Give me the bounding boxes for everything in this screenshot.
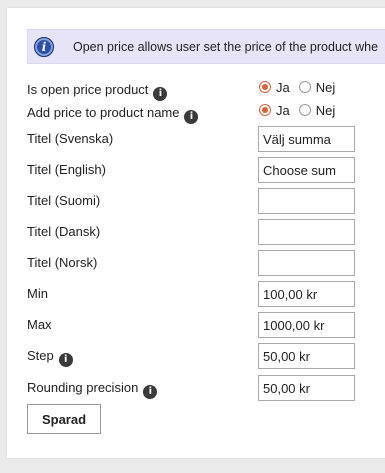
title-en-input[interactable] xyxy=(258,157,355,183)
open-price-label: Is open price product i xyxy=(27,82,168,101)
add-price-label: Add price to product name i xyxy=(27,105,199,124)
open-price-radio-group: Ja Nej xyxy=(259,80,344,95)
min-input[interactable] xyxy=(258,281,355,307)
rounding-input[interactable] xyxy=(258,375,355,401)
info-banner: i Open price allows user set the price o… xyxy=(27,29,385,64)
step-label: Step i xyxy=(27,348,73,367)
open-price-yes-label[interactable]: Ja xyxy=(276,80,290,95)
add-price-yes-radio[interactable] xyxy=(259,104,271,116)
add-price-yes-label[interactable]: Ja xyxy=(276,103,290,118)
title-no-input[interactable] xyxy=(258,250,355,276)
title-fi-input[interactable] xyxy=(258,188,355,214)
save-button[interactable]: Sparad xyxy=(27,404,101,434)
add-price-no-radio[interactable] xyxy=(298,104,311,116)
max-input[interactable] xyxy=(258,312,355,338)
info-banner-text: Open price allows user set the price of … xyxy=(73,40,379,54)
title-da-input[interactable] xyxy=(258,219,355,245)
info-icon[interactable]: i xyxy=(143,385,158,399)
info-icon: i xyxy=(34,37,54,57)
title-da-label: Titel (Dansk) xyxy=(27,224,101,239)
open-price-no-label[interactable]: Nej xyxy=(316,80,336,95)
info-icon[interactable]: i xyxy=(184,110,199,124)
open-price-yes-radio[interactable] xyxy=(259,81,271,93)
max-label: Max xyxy=(27,317,52,332)
title-en-label: Titel (English) xyxy=(27,162,106,177)
title-fi-label: Titel (Suomi) xyxy=(27,193,101,208)
rounding-label: Rounding precision i xyxy=(27,380,158,399)
step-input[interactable] xyxy=(258,343,355,369)
title-sv-input[interactable] xyxy=(258,126,355,152)
add-price-no-label[interactable]: Nej xyxy=(316,103,336,118)
open-price-no-radio[interactable] xyxy=(298,81,311,93)
title-sv-label: Titel (Svenska) xyxy=(27,131,114,146)
title-no-label: Titel (Norsk) xyxy=(27,255,98,270)
add-price-radio-group: Ja Nej xyxy=(259,103,344,118)
info-icon[interactable]: i xyxy=(58,353,73,367)
min-label: Min xyxy=(27,286,48,301)
info-icon[interactable]: i xyxy=(153,87,168,101)
